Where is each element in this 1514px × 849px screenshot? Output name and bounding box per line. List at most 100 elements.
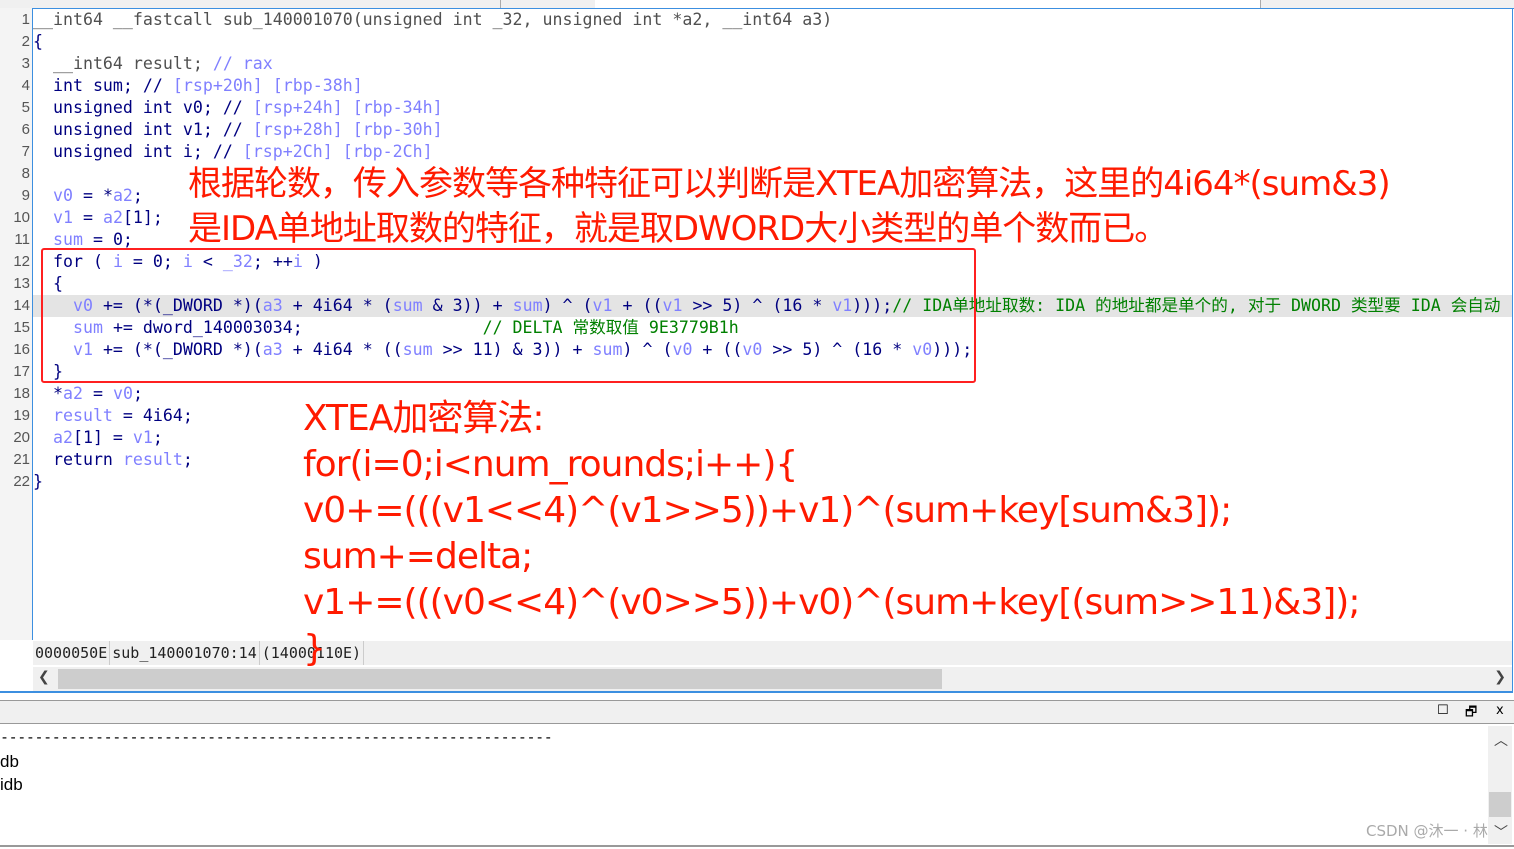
line-number: 15 xyxy=(13,319,30,336)
code-token: * xyxy=(33,384,63,403)
code-token: v0 xyxy=(112,384,133,403)
code-token: result xyxy=(52,406,113,425)
output-panel-titlebar: ☐ 🗗 x xyxy=(0,700,1514,724)
code-token: = 0; xyxy=(82,230,133,249)
code-token: v1 xyxy=(132,428,153,447)
code-line[interactable]: { xyxy=(33,31,43,53)
code-token: __int64 result; xyxy=(33,54,213,73)
code-token: // IDA单地址取数: IDA 的地址都是单个的, 对于 DWORD 类型要 … xyxy=(892,296,1501,315)
code-token: = xyxy=(82,384,113,403)
code-token: ; xyxy=(182,450,193,469)
divider xyxy=(0,845,1514,847)
code-token: [1] = xyxy=(72,428,133,447)
code-token: ; xyxy=(132,186,143,205)
code-token: [rsp+2Ch] [rbp-2Ch] xyxy=(242,142,433,161)
code-token: // rax xyxy=(212,54,273,73)
code-token: ; xyxy=(152,428,163,447)
code-token: unsigned int i; // xyxy=(33,142,243,161)
annotation-xtea-algorithm: XTEA加密算法: for(i=0;i<num_rounds;i++){ v0+… xyxy=(303,398,1360,669)
restore-icon[interactable]: 🗗 xyxy=(1465,703,1477,725)
output-window[interactable]: ----------------------------------------… xyxy=(0,726,1488,844)
line-number: 4 xyxy=(21,77,30,94)
line-number: 8 xyxy=(21,165,30,182)
scroll-thumb[interactable] xyxy=(58,669,942,689)
code-token: v1 xyxy=(52,208,73,227)
code-line[interactable]: unsigned int v0; // [rsp+24h] [rbp-34h] xyxy=(33,97,443,119)
output-line: idb xyxy=(0,775,23,794)
code-token: { xyxy=(33,32,43,51)
scroll-right-icon[interactable]: ❯ xyxy=(1494,669,1506,685)
tab[interactable] xyxy=(20,0,501,8)
status-offset: 0000050E xyxy=(33,641,111,665)
line-number: 11 xyxy=(14,231,30,248)
annotation-highlight-box xyxy=(41,248,976,383)
line-number: 9 xyxy=(21,187,30,204)
code-token: a2 xyxy=(62,384,83,403)
line-number: 19 xyxy=(13,407,30,424)
code-line[interactable]: *a2 = v0; xyxy=(33,383,143,405)
code-line[interactable]: return result; xyxy=(33,449,193,471)
code-token: return xyxy=(33,450,123,469)
code-line[interactable]: v1 = a2[1]; xyxy=(33,207,163,229)
status-location: sub_140001070:14 xyxy=(110,641,260,665)
code-line[interactable]: result = 4i64; xyxy=(33,405,193,427)
code-token: = * xyxy=(72,186,113,205)
output-separator: ----------------------------------------… xyxy=(0,728,553,746)
line-number: 12 xyxy=(13,253,30,270)
code-token: a2 xyxy=(102,208,123,227)
code-token: [rsp+24h] [rbp-34h] xyxy=(252,98,443,117)
watermark: CSDN @沐一 · 林 xyxy=(1366,822,1488,840)
line-number-gutter: 1 2 3 4 5 6 7 8 9 10 11 12 13 14 15 16 17 18 19 20 21 22 xyxy=(0,8,33,640)
line-number: 22 xyxy=(13,473,30,490)
scroll-up-icon[interactable]: ︿ xyxy=(1494,730,1508,750)
code-token: __int64 __fastcall sub_140001070(unsigne… xyxy=(33,10,833,29)
line-number: 14 xyxy=(13,297,30,314)
maximize-icon[interactable]: ☐ xyxy=(1437,703,1449,718)
close-icon[interactable]: x xyxy=(1496,703,1504,718)
code-line[interactable]: __int64 result; // rax xyxy=(33,53,273,75)
line-number: 10 xyxy=(13,209,30,226)
line-number: 7 xyxy=(21,143,30,160)
code-line[interactable]: v0 = *a2; xyxy=(33,185,143,207)
code-token: [rsp+28h] [rbp-30h] xyxy=(252,120,443,139)
code-line[interactable]: unsigned int v1; // [rsp+28h] [rbp-30h] xyxy=(33,119,443,141)
code-token: } xyxy=(33,472,43,491)
code-line[interactable]: a2[1] = v1; xyxy=(33,427,163,449)
code-token: [1]; xyxy=(122,208,163,227)
line-number: 5 xyxy=(21,99,30,116)
output-line: db xyxy=(0,752,19,771)
code-token: = 4i64; xyxy=(112,406,193,425)
annotation-explanation: 根据轮数，传入参数等各种特征可以判断是XTEA加密算法，这里的4i64*(sum… xyxy=(188,164,1391,249)
line-number: 6 xyxy=(21,121,30,138)
line-number: 13 xyxy=(13,275,30,292)
code-line[interactable]: unsigned int i; // [rsp+2Ch] [rbp-2Ch] xyxy=(33,141,433,163)
code-token: unsigned int v0; // xyxy=(33,98,253,117)
code-line[interactable]: } xyxy=(33,471,43,493)
code-token: unsigned int v1; // xyxy=(33,120,253,139)
scroll-down-icon[interactable]: ﹀ xyxy=(1494,822,1508,842)
output-vertical-scrollbar[interactable]: ︿ ﹀ xyxy=(1488,726,1512,844)
code-line[interactable]: int sum; // [rsp+20h] [rbp-38h] xyxy=(33,75,363,97)
line-number: 18 xyxy=(13,385,30,402)
code-token: = xyxy=(72,208,103,227)
code-token: ; xyxy=(132,384,143,403)
scroll-thumb[interactable] xyxy=(1489,792,1511,817)
line-number: 17 xyxy=(13,363,30,380)
tab-active[interactable] xyxy=(595,0,1261,8)
code-token: v0 xyxy=(52,186,73,205)
line-number: 16 xyxy=(13,341,30,358)
scroll-left-icon[interactable]: ❮ xyxy=(38,669,50,685)
line-number: 2 xyxy=(21,33,30,50)
code-token: a2 xyxy=(52,428,73,447)
code-token: result xyxy=(122,450,183,469)
code-token: sum xyxy=(52,230,83,249)
line-number: 21 xyxy=(13,451,30,468)
line-number: 1 xyxy=(21,11,30,28)
code-token: a2 xyxy=(112,186,133,205)
code-token: int sum; // xyxy=(33,76,173,95)
code-line[interactable]: __int64 __fastcall sub_140001070(unsigne… xyxy=(33,9,832,31)
